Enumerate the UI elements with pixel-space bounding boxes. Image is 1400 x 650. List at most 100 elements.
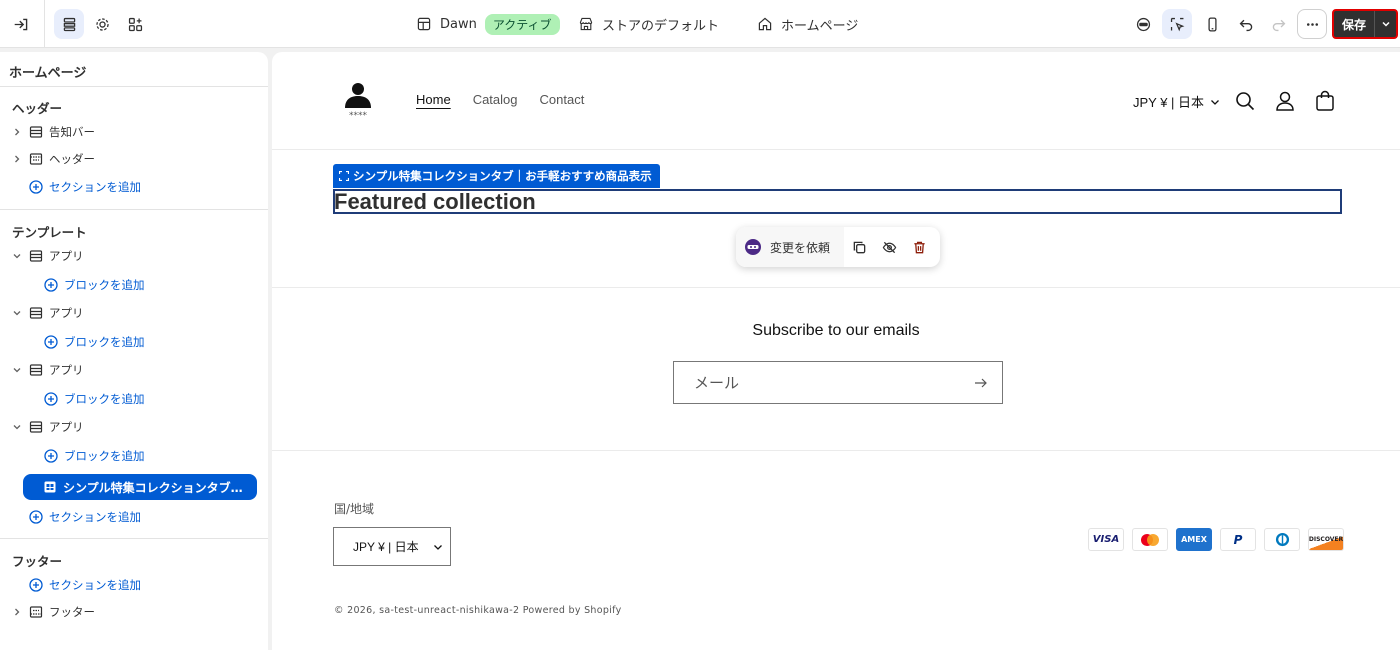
nav-link-contact[interactable]: Contact: [540, 92, 585, 107]
cursor-select-icon: [1170, 17, 1184, 31]
chevron-down-icon[interactable]: [12, 251, 22, 261]
store-icon: [579, 17, 593, 31]
request-change-button[interactable]: 変更を依頼: [736, 227, 844, 267]
email-input[interactable]: メール: [673, 361, 1003, 404]
discover-icon: DISCOVER: [1308, 528, 1344, 551]
copyright-text: © 2026, sa-test-unreact-nishikawa-2 Powe…: [334, 605, 622, 616]
section-icon: [29, 364, 43, 376]
section-icon: [29, 126, 43, 138]
chevron-right-icon[interactable]: [12, 607, 22, 617]
gear-icon: [95, 17, 109, 31]
cart-icon[interactable]: [1314, 90, 1336, 112]
plus-circle-icon: [44, 392, 58, 406]
apps-button[interactable]: [120, 9, 150, 39]
sidebar-divider: [0, 538, 268, 539]
sections-icon: [63, 17, 75, 31]
duplicate-button[interactable]: [844, 232, 874, 262]
chevron-down-icon: [433, 544, 442, 550]
add-block-label: ブロックを追加: [64, 278, 145, 292]
more-horizontal-icon: [1306, 22, 1318, 26]
chevron-down-icon: [1211, 99, 1220, 105]
section-label: アプリ: [49, 420, 84, 434]
theme-selector[interactable]: Dawn アクティブ: [416, 0, 560, 48]
header-divider: [272, 149, 1400, 150]
section-label: 告知バー: [49, 125, 95, 139]
redo-button[interactable]: [1263, 9, 1293, 39]
duplicate-icon: [853, 241, 865, 253]
add-block-button[interactable]: ブロックを追加: [44, 331, 145, 353]
add-block-label: ブロックを追加: [64, 335, 145, 349]
hide-button[interactable]: [874, 232, 904, 262]
sections-button[interactable]: [54, 9, 84, 39]
main-navigation: Home Catalog Contact: [416, 92, 584, 107]
exit-button[interactable]: [6, 9, 36, 39]
chevron-down-icon[interactable]: [12, 365, 22, 375]
redo-icon: [1272, 19, 1285, 31]
save-button[interactable]: 保存: [1334, 11, 1374, 37]
search-icon[interactable]: [1234, 90, 1256, 112]
account-icon[interactable]: [1274, 90, 1296, 112]
store-logo[interactable]: ****: [336, 80, 380, 120]
footer-group-heading: フッター: [12, 554, 63, 569]
add-section-footer-button[interactable]: セクションを追加: [29, 574, 141, 596]
plus-circle-icon: [29, 510, 43, 524]
add-block-button[interactable]: ブロックを追加: [44, 274, 145, 296]
undo-button[interactable]: [1231, 9, 1261, 39]
sidekick-button[interactable]: [1128, 9, 1158, 39]
add-section-template-button[interactable]: セクションを追加: [29, 506, 141, 528]
page-selector[interactable]: ホームページ: [757, 0, 858, 48]
block-toolbar: 変更を依頼: [736, 227, 940, 267]
sidebar-divider: [0, 86, 268, 87]
region-select[interactable]: JPY ¥ | 日本: [333, 527, 451, 566]
store-default-selector[interactable]: ストアのデフォルト: [578, 0, 719, 48]
section-app-4[interactable]: アプリ: [0, 415, 268, 439]
featured-collection-title[interactable]: Featured collection: [334, 189, 536, 215]
chevron-right-icon[interactable]: [12, 154, 22, 164]
arrow-right-icon[interactable]: [974, 377, 988, 389]
chevron-down-icon[interactable]: [12, 422, 22, 432]
footer-section-icon: [29, 606, 43, 618]
nav-link-home[interactable]: Home: [416, 92, 451, 107]
section-icon: [29, 421, 43, 433]
selected-section-item[interactable]: シンプル特集コレクションタブ｜お手軽おすすめ商品表示: [23, 474, 257, 500]
save-button-group: 保存: [1332, 9, 1398, 39]
section-app-1[interactable]: アプリ: [0, 244, 268, 268]
visa-icon: VISA: [1088, 528, 1124, 551]
section-label-text: シンプル特集コレクションタブ｜お手軽おすすめ商品表示: [353, 169, 652, 183]
section-header[interactable]: ヘッダー: [0, 147, 268, 171]
add-block-button[interactable]: ブロックを追加: [44, 445, 145, 467]
region-label: 国/地域: [334, 502, 375, 516]
section-label: アプリ: [49, 363, 84, 377]
eye-off-icon: [882, 241, 896, 253]
inspector-button[interactable]: [1162, 9, 1192, 39]
exit-icon: [14, 18, 27, 30]
trash-icon: [913, 241, 925, 253]
section-app-3[interactable]: アプリ: [0, 358, 268, 382]
mastercard-logo: [1141, 533, 1159, 546]
currency-selector[interactable]: JPY ¥ | 日本: [1133, 92, 1220, 111]
section-app-2[interactable]: アプリ: [0, 301, 268, 325]
delete-button[interactable]: [904, 232, 934, 262]
chevron-right-icon[interactable]: [12, 127, 22, 137]
add-block-label: ブロックを追加: [64, 392, 145, 406]
section-icon: [29, 250, 43, 262]
add-block-button[interactable]: ブロックを追加: [44, 388, 145, 410]
add-section-header-button[interactable]: セクションを追加: [29, 176, 141, 198]
mobile-preview-button[interactable]: [1197, 9, 1227, 39]
section-label: アプリ: [49, 306, 84, 320]
logo-text: ****: [349, 111, 368, 120]
more-actions-button[interactable]: [1297, 9, 1327, 39]
amex-icon: AMEX: [1176, 528, 1212, 551]
sidebar: ホームページ ヘッダー 告知バー ヘッダー セクションを追加 テンプレート アプ…: [0, 52, 268, 650]
sidebar-title: ホームページ: [9, 66, 87, 81]
selected-section-label-tag: シンプル特集コレクションタブ｜お手軽おすすめ商品表示: [333, 164, 660, 188]
section-announcement-bar[interactable]: 告知バー: [0, 120, 268, 144]
section-label: ヘッダー: [49, 152, 95, 166]
section-footer[interactable]: フッター: [0, 600, 268, 624]
request-change-label: 変更を依頼: [770, 240, 831, 255]
theme-settings-button[interactable]: [87, 9, 117, 39]
nav-link-catalog[interactable]: Catalog: [473, 92, 518, 107]
section-divider: [272, 287, 1400, 288]
save-options-button[interactable]: [1374, 11, 1396, 37]
chevron-down-icon[interactable]: [12, 308, 22, 318]
